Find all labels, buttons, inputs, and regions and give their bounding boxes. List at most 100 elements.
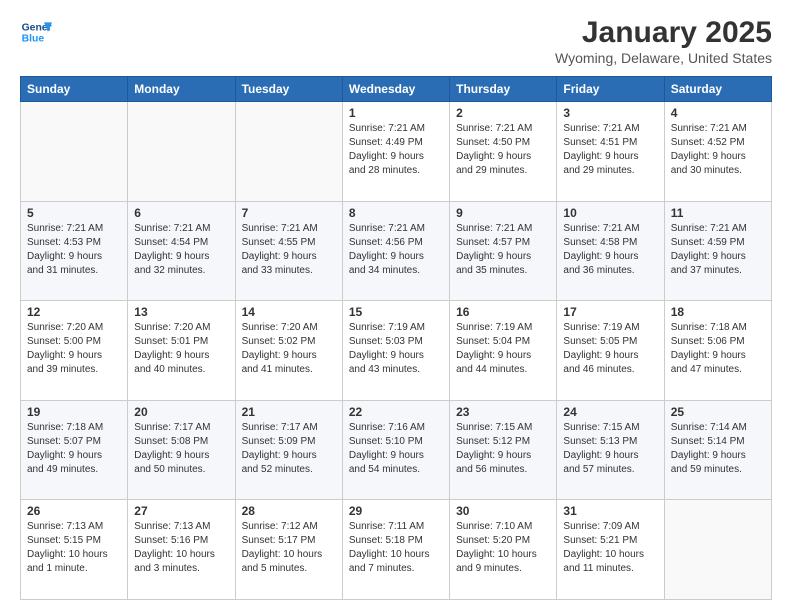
calendar-week-2: 12 Sunrise: 7:20 AMSunset: 5:00 PMDayligh… <box>21 301 772 401</box>
day-number: 26 <box>27 504 121 518</box>
logo-icon: General Blue <box>20 16 52 48</box>
col-header-monday: Monday <box>128 77 235 102</box>
day-info: Sunrise: 7:21 AMSunset: 4:51 PMDaylight:… <box>563 122 657 178</box>
calendar-cell: 4 Sunrise: 7:21 AMSunset: 4:52 PMDaylight… <box>664 102 771 202</box>
day-info: Sunrise: 7:11 AMSunset: 5:18 PMDaylight:… <box>349 520 443 576</box>
day-info: Sunrise: 7:18 AMSunset: 5:07 PMDaylight:… <box>27 421 121 477</box>
calendar-cell: 8Sunrise: 7:21 AMSunset: 4:56 PMDaylight… <box>342 201 449 301</box>
calendar-cell: 2Sunrise: 7:21 AMSunset: 4:50 PMDaylight… <box>450 102 557 202</box>
calendar-cell: 28 Sunrise: 7:12 AMSunset: 5:17 PMDayligh… <box>235 500 342 600</box>
col-header-friday: Friday <box>557 77 664 102</box>
calendar-cell: 6Sunrise: 7:21 AMSunset: 4:54 PMDaylight… <box>128 201 235 301</box>
day-info: Sunrise: 7:21 AMSunset: 4:57 PMDaylight:… <box>456 222 550 278</box>
day-info: Sunrise: 7:16 AMSunset: 5:10 PMDaylight:… <box>349 421 443 477</box>
calendar-cell: 18 Sunrise: 7:18 AMSunset: 5:06 PMDayligh… <box>664 301 771 401</box>
calendar-cell: 11 Sunrise: 7:21 AMSunset: 4:59 PMDayligh… <box>664 201 771 301</box>
calendar-cell: 23 Sunrise: 7:15 AMSunset: 5:12 PMDayligh… <box>450 400 557 500</box>
calendar-cell: 27Sunrise: 7:13 AMSunset: 5:16 PMDayligh… <box>128 500 235 600</box>
day-info: Sunrise: 7:21 AMSunset: 4:49 PMDaylight:… <box>349 122 443 178</box>
day-number: 25 <box>671 405 765 419</box>
calendar-table: SundayMondayTuesdayWednesdayThursdayFrid… <box>20 76 772 600</box>
page: General Blue January 2025 Wyoming, Delaw… <box>0 0 792 612</box>
day-info: Sunrise: 7:20 AMSunset: 5:02 PMDaylight:… <box>242 321 336 377</box>
day-info: Sunrise: 7:19 AMSunset: 5:05 PMDaylight:… <box>563 321 657 377</box>
day-info: Sunrise: 7:14 AMSunset: 5:14 PMDaylight:… <box>671 421 765 477</box>
day-number: 19 <box>27 405 121 419</box>
calendar-cell: 31Sunrise: 7:09 AMSunset: 5:21 PMDayligh… <box>557 500 664 600</box>
calendar-cell <box>664 500 771 600</box>
col-header-saturday: Saturday <box>664 77 771 102</box>
day-number: 3 <box>563 106 657 120</box>
calendar-cell: 10Sunrise: 7:21 AMSunset: 4:58 PMDayligh… <box>557 201 664 301</box>
day-number: 31 <box>563 504 657 518</box>
calendar-cell: 15 Sunrise: 7:19 AMSunset: 5:03 PMDayligh… <box>342 301 449 401</box>
day-number: 27 <box>134 504 228 518</box>
day-number: 13 <box>134 305 228 319</box>
day-info: Sunrise: 7:19 AMSunset: 5:04 PMDaylight:… <box>456 321 550 377</box>
title-block: January 2025 Wyoming, Delaware, United S… <box>555 16 772 66</box>
calendar-cell: 25 Sunrise: 7:14 AMSunset: 5:14 PMDayligh… <box>664 400 771 500</box>
day-number: 12 <box>27 305 121 319</box>
day-number: 28 <box>242 504 336 518</box>
calendar-cell: 16 Sunrise: 7:19 AMSunset: 5:04 PMDayligh… <box>450 301 557 401</box>
subtitle: Wyoming, Delaware, United States <box>555 50 772 66</box>
day-number: 9 <box>456 206 550 220</box>
day-number: 7 <box>242 206 336 220</box>
day-number: 30 <box>456 504 550 518</box>
day-number: 5 <box>27 206 121 220</box>
day-info: Sunrise: 7:20 AMSunset: 5:01 PMDaylight:… <box>134 321 228 377</box>
day-info: Sunrise: 7:21 AMSunset: 4:55 PMDaylight:… <box>242 222 336 278</box>
calendar-cell: 26Sunrise: 7:13 AMSunset: 5:15 PMDayligh… <box>21 500 128 600</box>
calendar-cell <box>21 102 128 202</box>
day-info: Sunrise: 7:21 AMSunset: 4:50 PMDaylight:… <box>456 122 550 178</box>
day-info: Sunrise: 7:17 AMSunset: 5:08 PMDaylight:… <box>134 421 228 477</box>
day-number: 8 <box>349 206 443 220</box>
calendar-cell: 24 Sunrise: 7:15 AMSunset: 5:13 PMDayligh… <box>557 400 664 500</box>
day-number: 11 <box>671 206 765 220</box>
day-number: 22 <box>349 405 443 419</box>
calendar-cell: 14 Sunrise: 7:20 AMSunset: 5:02 PMDayligh… <box>235 301 342 401</box>
main-title: January 2025 <box>555 16 772 50</box>
day-info: Sunrise: 7:15 AMSunset: 5:12 PMDaylight:… <box>456 421 550 477</box>
day-info: Sunrise: 7:17 AMSunset: 5:09 PMDaylight:… <box>242 421 336 477</box>
calendar-cell: 12 Sunrise: 7:20 AMSunset: 5:00 PMDayligh… <box>21 301 128 401</box>
calendar-cell: 29 Sunrise: 7:11 AMSunset: 5:18 PMDayligh… <box>342 500 449 600</box>
calendar-cell: 13 Sunrise: 7:20 AMSunset: 5:01 PMDayligh… <box>128 301 235 401</box>
day-number: 16 <box>456 305 550 319</box>
day-info: Sunrise: 7:21 AMSunset: 4:58 PMDaylight:… <box>563 222 657 278</box>
day-info: Sunrise: 7:19 AMSunset: 5:03 PMDaylight:… <box>349 321 443 377</box>
day-number: 17 <box>563 305 657 319</box>
calendar-week-1: 5 Sunrise: 7:21 AMSunset: 4:53 PMDaylight… <box>21 201 772 301</box>
day-info: Sunrise: 7:21 AMSunset: 4:52 PMDaylight:… <box>671 122 765 178</box>
calendar-cell <box>128 102 235 202</box>
day-info: Sunrise: 7:20 AMSunset: 5:00 PMDaylight:… <box>27 321 121 377</box>
day-number: 14 <box>242 305 336 319</box>
day-number: 1 <box>349 106 443 120</box>
calendar-cell: 5 Sunrise: 7:21 AMSunset: 4:53 PMDaylight… <box>21 201 128 301</box>
calendar-cell: 1 Sunrise: 7:21 AMSunset: 4:49 PMDaylight… <box>342 102 449 202</box>
day-info: Sunrise: 7:21 AMSunset: 4:53 PMDaylight:… <box>27 222 121 278</box>
calendar-cell: 20 Sunrise: 7:17 AMSunset: 5:08 PMDayligh… <box>128 400 235 500</box>
day-number: 29 <box>349 504 443 518</box>
day-number: 24 <box>563 405 657 419</box>
day-number: 23 <box>456 405 550 419</box>
day-info: Sunrise: 7:21 AMSunset: 4:54 PMDaylight:… <box>134 222 228 278</box>
calendar-week-0: 1 Sunrise: 7:21 AMSunset: 4:49 PMDaylight… <box>21 102 772 202</box>
day-info: Sunrise: 7:12 AMSunset: 5:17 PMDaylight:… <box>242 520 336 576</box>
svg-text:Blue: Blue <box>22 34 45 45</box>
calendar-cell: 30Sunrise: 7:10 AMSunset: 5:20 PMDayligh… <box>450 500 557 600</box>
calendar-week-3: 19 Sunrise: 7:18 AMSunset: 5:07 PMDayligh… <box>21 400 772 500</box>
calendar-week-4: 26Sunrise: 7:13 AMSunset: 5:15 PMDayligh… <box>21 500 772 600</box>
day-number: 20 <box>134 405 228 419</box>
day-number: 4 <box>671 106 765 120</box>
day-info: Sunrise: 7:21 AMSunset: 4:59 PMDaylight:… <box>671 222 765 278</box>
day-number: 18 <box>671 305 765 319</box>
calendar-cell: 9 Sunrise: 7:21 AMSunset: 4:57 PMDaylight… <box>450 201 557 301</box>
day-number: 15 <box>349 305 443 319</box>
col-header-sunday: Sunday <box>21 77 128 102</box>
calendar-header-row: SundayMondayTuesdayWednesdayThursdayFrid… <box>21 77 772 102</box>
header: General Blue January 2025 Wyoming, Delaw… <box>20 16 772 66</box>
day-info: Sunrise: 7:18 AMSunset: 5:06 PMDaylight:… <box>671 321 765 377</box>
calendar-cell: 17 Sunrise: 7:19 AMSunset: 5:05 PMDayligh… <box>557 301 664 401</box>
day-info: Sunrise: 7:15 AMSunset: 5:13 PMDaylight:… <box>563 421 657 477</box>
